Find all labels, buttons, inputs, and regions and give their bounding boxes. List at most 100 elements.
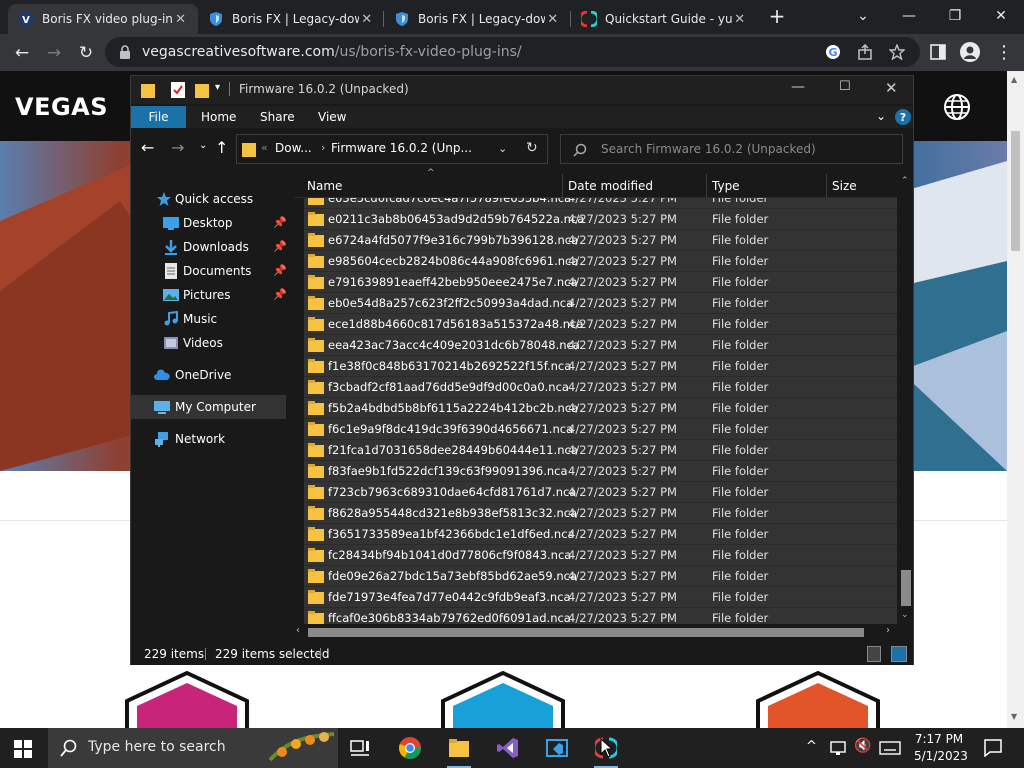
maximize-button[interactable]: ☐: [839, 79, 851, 94]
large-icons-view-icon[interactable]: [891, 646, 907, 662]
close-window-button[interactable]: ✕: [978, 2, 1024, 32]
column-name[interactable]: Name: [302, 174, 560, 198]
pin-icon[interactable]: 📌: [273, 283, 287, 307]
globe-icon[interactable]: [943, 93, 971, 121]
table-row[interactable]: f5b2a4bdbd5b8bf6115a2224b412bc2b.nca 4/27…: [304, 397, 897, 418]
taskbar-search-box[interactable]: Type here to search: [48, 728, 338, 768]
nav-onedrive[interactable]: OneDrive: [131, 363, 286, 387]
properties-icon[interactable]: [171, 82, 185, 98]
scroll-left-icon[interactable]: ‹: [296, 625, 300, 636]
pin-icon[interactable]: 📌: [273, 235, 287, 259]
share-icon[interactable]: [857, 44, 873, 60]
bookmark-star-icon[interactable]: [889, 44, 905, 60]
keyboard-icon[interactable]: [879, 740, 901, 756]
browser-tab-2[interactable]: Boris FX | Legacy-dowr ✕: [198, 4, 384, 34]
restore-button[interactable]: ❐: [932, 2, 978, 32]
scroll-up-icon[interactable]: ▲: [1011, 75, 1017, 84]
vs-installer-taskbar-button[interactable]: [537, 732, 577, 764]
table-row[interactable]: f21fca1d7031658dee28449b60444e11.nca 4/27…: [304, 439, 897, 460]
scroll-up-icon[interactable]: ⌃: [901, 176, 909, 186]
scroll-right-icon[interactable]: ›: [886, 625, 890, 636]
nav-videos[interactable]: Videos: [131, 331, 286, 355]
help-icon[interactable]: ?: [895, 109, 911, 125]
nav-documents[interactable]: Documents 📌: [131, 259, 287, 283]
table-row[interactable]: eea423ac73acc4c409e2031dc6b78048.nca 4/27…: [304, 334, 897, 355]
table-row[interactable]: fde09e26a27bdc15a73ebf85bd62ae59.nca 4/27…: [304, 565, 897, 586]
table-row[interactable]: ffcaf0e306b8334ab79762ed0f6091ad.nca 4/27…: [304, 607, 897, 624]
nav-pictures[interactable]: Pictures 📌: [131, 283, 287, 307]
close-window-button[interactable]: ✕: [885, 79, 898, 97]
vegas-logo[interactable]: VEGAS: [15, 93, 108, 121]
table-row[interactable]: f6c1e9a9f8dc419dc39f6390d4656671.nca 4/27…: [304, 418, 897, 439]
close-icon[interactable]: ✕: [359, 12, 374, 27]
lock-icon[interactable]: [119, 45, 131, 59]
table-row[interactable]: eb0e54d8a257c623f2ff2c50993a4dad.nca 4/27…: [304, 292, 897, 313]
windows-start-icon[interactable]: [14, 740, 32, 758]
menu-kebab-icon[interactable]: ⋮: [990, 39, 1018, 67]
refresh-icon[interactable]: ↻: [526, 140, 538, 156]
search-highlight-doodle-icon[interactable]: [268, 730, 336, 766]
scrollbar-thumb[interactable]: [1011, 131, 1020, 251]
table-row[interactable]: f83fae9b1fd522dcf139c63f99091396.nca 4/27…: [304, 460, 897, 481]
scroll-down-icon[interactable]: ▼: [1011, 712, 1017, 721]
ribbon-expand-chevron-icon[interactable]: ⌄: [876, 109, 886, 123]
table-row[interactable]: e0211c3ab8b06453ad9d2d59b764522a.nca 4/27…: [304, 208, 897, 229]
browser-tab-4[interactable]: Quickstart Guide - yuz ✕: [571, 4, 757, 34]
show-hidden-icons-chevron-icon[interactable]: ^: [806, 739, 817, 754]
visual-studio-taskbar-button[interactable]: [488, 732, 528, 764]
scroll-down-icon[interactable]: ⌄: [901, 610, 909, 620]
table-row[interactable]: e985604cecb2824b086c44a908fc6961.nca 4/27…: [304, 250, 897, 271]
address-dropdown-chevron-icon[interactable]: ⌄: [498, 142, 507, 155]
column-date-modified[interactable]: Date modified: [563, 174, 705, 198]
table-row[interactable]: e03e5cd0fcad7c0ec4a7f5789fe655b4.nca 4/27…: [304, 198, 897, 208]
file-list-vertical-scrollbar[interactable]: ⌃ ⌄: [897, 174, 913, 624]
breadcrumb-segment[interactable]: Dow...: [275, 141, 312, 155]
address-path-box[interactable]: « Dow... › Firmware 16.0.2 (Unp... ⌄ ↻: [236, 134, 548, 164]
side-panel-icon[interactable]: [930, 44, 946, 60]
scrollbar-thumb[interactable]: [308, 628, 864, 637]
page-scrollbar[interactable]: ▲ ▼: [1007, 71, 1024, 728]
nav-desktop[interactable]: Desktop 📌: [131, 211, 287, 235]
close-icon[interactable]: ✕: [732, 12, 747, 27]
table-row[interactable]: f723cb7963c689310dae64cfd81761d7.nca 4/27…: [304, 481, 897, 502]
google-lens-icon[interactable]: G: [825, 44, 841, 60]
file-explorer-taskbar-button[interactable]: [439, 732, 479, 768]
table-row[interactable]: fc28434bf94b1041d0d77806cf9f0843.nca 4/27…: [304, 544, 897, 565]
close-icon[interactable]: ✕: [173, 12, 188, 27]
pin-icon[interactable]: 📌: [273, 259, 287, 283]
notification-center-icon[interactable]: [984, 739, 1002, 757]
minimize-button[interactable]: —: [791, 79, 805, 95]
browser-tab-3[interactable]: Boris FX | Legacy-dowr ✕: [384, 4, 570, 34]
breadcrumb-segment[interactable]: Firmware 16.0.2 (Unp...: [331, 141, 472, 155]
task-view-icon[interactable]: [350, 738, 370, 758]
nav-quick-access[interactable]: Quick access: [131, 187, 286, 211]
forward-arrow-icon[interactable]: →: [40, 39, 68, 67]
new-tab-button[interactable]: +: [766, 6, 788, 28]
forward-arrow-icon[interactable]: →: [171, 138, 184, 157]
continuum-product-icon[interactable]: [125, 671, 250, 728]
table-row[interactable]: f1e38f0c848b63170214b2692522f15f.nca 4/27…: [304, 355, 897, 376]
recent-locations-chevron-icon[interactable]: ⌄: [199, 140, 207, 151]
pin-icon[interactable]: 📌: [273, 211, 287, 235]
reload-icon[interactable]: ↻: [72, 39, 100, 67]
quick-access-dropdown-icon[interactable]: ▾: [215, 82, 220, 93]
nav-my-computer[interactable]: My Computer: [131, 395, 286, 419]
address-bar[interactable]: vegascreativesoftware.com/us/boris-fx-vi…: [105, 37, 920, 67]
sapphire-product-icon[interactable]: [441, 671, 566, 728]
table-row[interactable]: ece1d88b4660c817d56183a515372a48.nca 4/27…: [304, 313, 897, 334]
nav-network[interactable]: Network: [131, 427, 286, 451]
new-folder-icon[interactable]: [195, 82, 209, 98]
table-row[interactable]: f3cbadf2cf81aad76dd5e9df9d00c0a0.nca 4/27…: [304, 376, 897, 397]
profile-avatar-icon[interactable]: [960, 42, 980, 62]
table-row[interactable]: f3651733589ea1bf42366bdc1e1df6ed.nca 4/27…: [304, 523, 897, 544]
close-icon[interactable]: ✕: [545, 12, 560, 27]
tab-share[interactable]: Share: [248, 106, 307, 128]
scrollbar-thumb[interactable]: [901, 570, 911, 606]
clock-date[interactable]: 5/1/2023: [914, 749, 968, 763]
tab-file[interactable]: File: [131, 106, 186, 128]
volume-muted-icon[interactable]: 🔇: [854, 738, 871, 754]
details-view-icon[interactable]: [867, 646, 881, 662]
clock-time[interactable]: 7:17 PM: [914, 732, 964, 746]
tab-search-chevron-icon[interactable]: ⌄: [840, 2, 886, 32]
table-row[interactable]: e791639891eaeff42beb950eee2475e7.nca 4/27…: [304, 271, 897, 292]
